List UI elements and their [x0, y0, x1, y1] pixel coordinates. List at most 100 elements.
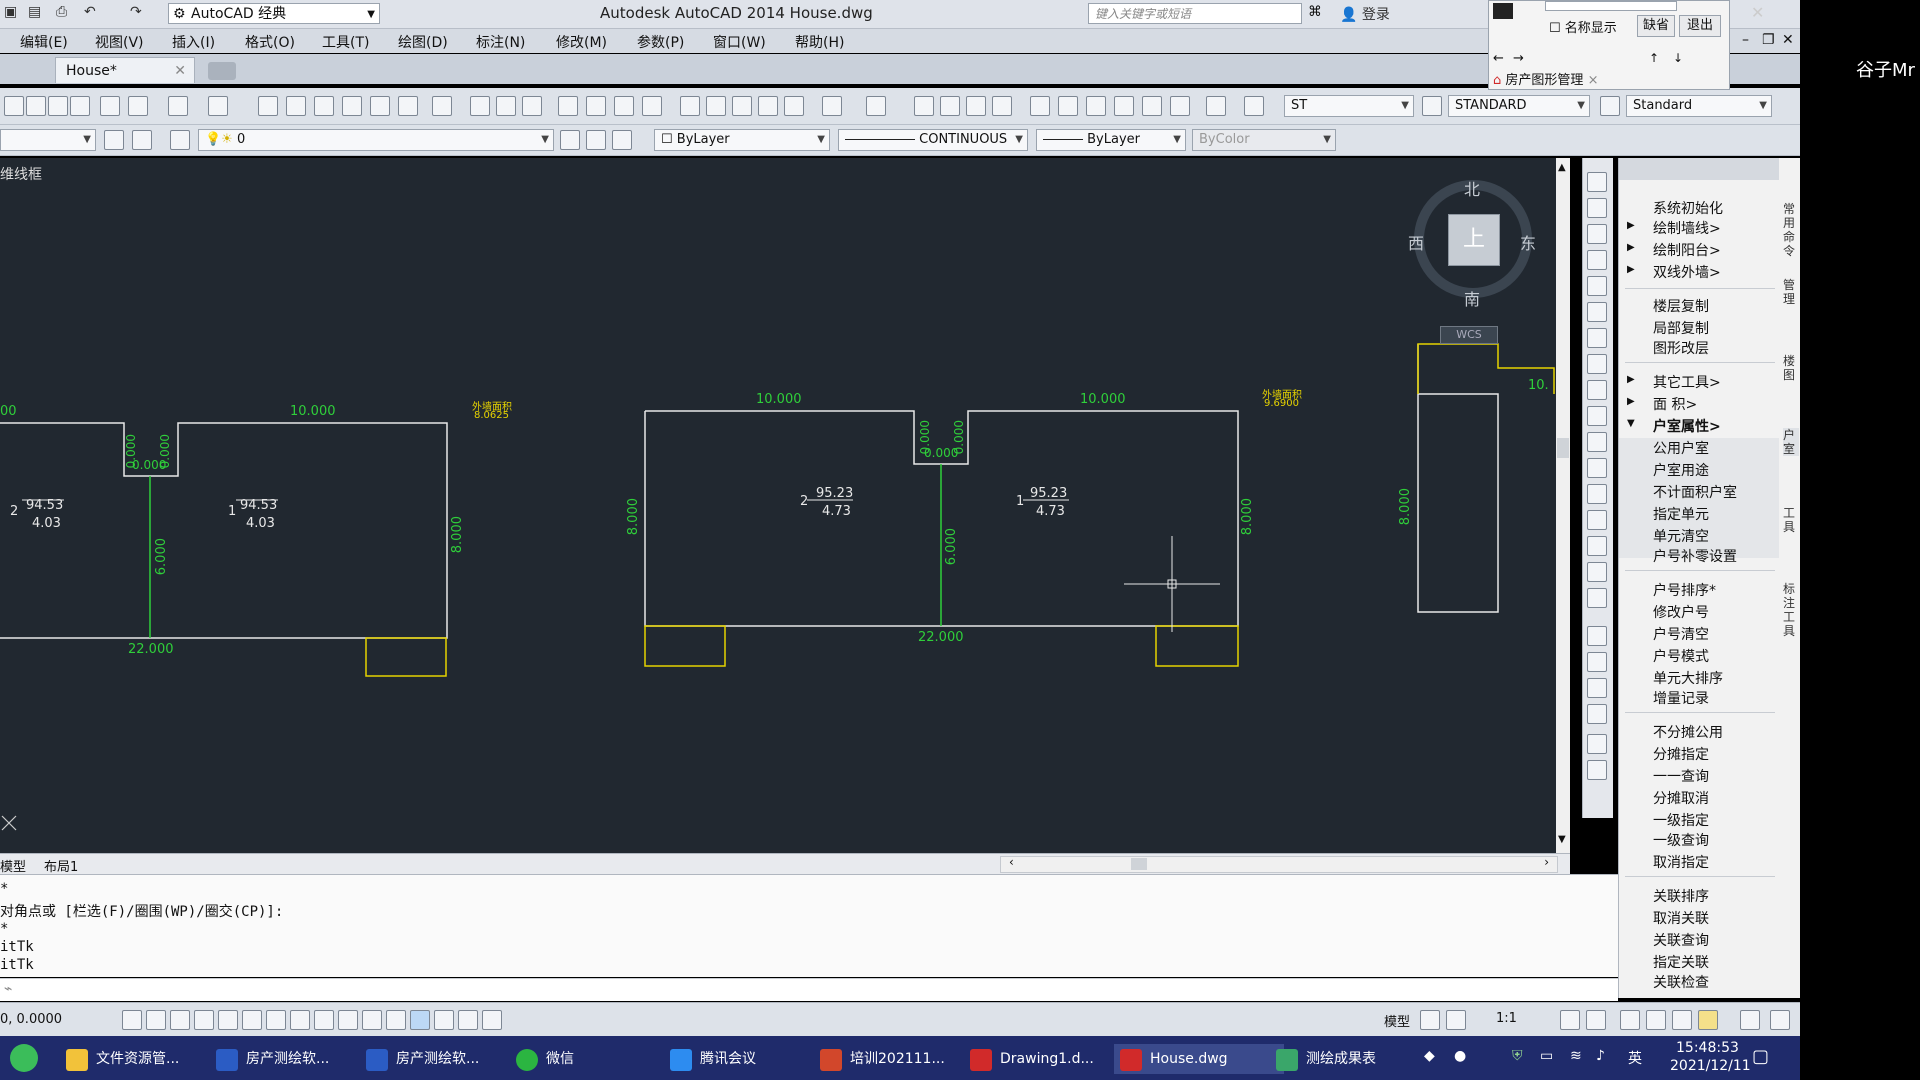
- panel-header[interactable]: [1619, 158, 1779, 180]
- move-icon[interactable]: [1587, 302, 1607, 322]
- panel-item[interactable]: 图形改层: [1653, 338, 1709, 358]
- panel-item[interactable]: 取消关联: [1653, 908, 1709, 928]
- arrow-down-icon[interactable]: ↓: [1673, 51, 1683, 65]
- panel-item[interactable]: 关联检查: [1653, 972, 1709, 992]
- arrow-up-icon[interactable]: ↑: [1649, 51, 1659, 65]
- wcs-menu[interactable]: WCS: [1440, 326, 1498, 344]
- layer-manager-icon[interactable]: [170, 130, 190, 150]
- menu-draw[interactable]: 绘图(D): [398, 32, 448, 52]
- open-icon[interactable]: [496, 96, 516, 116]
- redo-icon[interactable]: ↷: [130, 4, 142, 20]
- restore-icon[interactable]: ❐: [1762, 32, 1775, 48]
- undo-icon[interactable]: [168, 96, 188, 116]
- table-style-select[interactable]: Standard ▼: [1626, 95, 1772, 117]
- text-front-icon[interactable]: [1587, 734, 1607, 754]
- array-icon[interactable]: [1587, 276, 1607, 296]
- dim-style-icon[interactable]: [1422, 96, 1442, 116]
- offset-icon[interactable]: [1587, 250, 1607, 270]
- panel-item[interactable]: 关联排序: [1653, 886, 1709, 906]
- mirror-icon[interactable]: [1587, 224, 1607, 244]
- panel-item[interactable]: 增量记录: [1653, 688, 1709, 708]
- viewcube-north[interactable]: 北: [1464, 176, 1480, 200]
- open-icon[interactable]: [26, 96, 46, 116]
- polar-icon[interactable]: [218, 1010, 238, 1030]
- lock-icon[interactable]: [1646, 1010, 1666, 1030]
- zoom-window-icon[interactable]: [966, 96, 986, 116]
- hardware-icon[interactable]: [1672, 1010, 1692, 1030]
- tab-layout1[interactable]: 布局1: [44, 856, 78, 875]
- lineweight-icon[interactable]: [362, 1010, 382, 1030]
- task-explorer[interactable]: 文件资源管...: [60, 1044, 228, 1074]
- close-icon[interactable]: ✕: [1782, 32, 1794, 48]
- arrow-left-icon[interactable]: ←: [1493, 51, 1504, 66]
- building-left[interactable]: [0, 422, 448, 639]
- scroll-thumb[interactable]: [1131, 858, 1147, 870]
- erase-icon[interactable]: [1587, 172, 1607, 192]
- redo-icon[interactable]: [208, 96, 228, 116]
- menu-help[interactable]: 帮助(H): [795, 32, 844, 52]
- explode-icon[interactable]: [1587, 588, 1607, 608]
- panel-item[interactable]: 单元大排序: [1653, 668, 1723, 688]
- side-tab-tools[interactable]: 工具: [1783, 506, 1799, 534]
- ime-indicator[interactable]: 英: [1628, 1048, 1642, 1068]
- scroll-up-icon[interactable]: ▲: [1558, 162, 1566, 173]
- annotation-visibility-icon[interactable]: [1560, 1010, 1580, 1030]
- workspace-icon[interactable]: [1620, 1010, 1640, 1030]
- start-icon[interactable]: [10, 1044, 38, 1072]
- close-icon[interactable]: ×: [1588, 73, 1599, 88]
- panel-item[interactable]: 楼层复制: [1653, 296, 1709, 316]
- autoscale-icon[interactable]: [1586, 1010, 1606, 1030]
- add-icon[interactable]: [482, 1010, 502, 1030]
- model-toggle[interactable]: 模型: [1384, 1011, 1410, 1030]
- balcony-mid-left[interactable]: [644, 625, 726, 667]
- panel-item[interactable]: 不计面积户室: [1653, 482, 1737, 502]
- new-tab-button[interactable]: [208, 62, 236, 80]
- print-icon[interactable]: ⎙: [56, 4, 67, 20]
- workspace-select[interactable]: ⚙ AutoCAD 经典 ▼: [168, 3, 380, 24]
- cut-icon[interactable]: [680, 96, 700, 116]
- clean-screen-icon[interactable]: [1740, 1010, 1760, 1030]
- zoom-realtime-icon[interactable]: [940, 96, 960, 116]
- table-style-icon[interactable]: [1600, 96, 1620, 116]
- lineweight-select[interactable]: ByLayer ▼: [1036, 129, 1186, 151]
- panel-item[interactable]: 局部复制: [1653, 318, 1709, 338]
- drawing-canvas[interactable]: 维线框 00 10.000 0.000 0.000 0.000 6.000 8.…: [0, 158, 1568, 854]
- close-icon[interactable]: ✕: [1751, 3, 1764, 22]
- panel-item[interactable]: 修改户号: [1653, 602, 1709, 622]
- paste-icon[interactable]: [732, 96, 752, 116]
- viewcube-south[interactable]: 南: [1464, 286, 1480, 310]
- save-icon[interactable]: ▣: [4, 4, 17, 20]
- scroll-left-icon[interactable]: ‹: [1009, 855, 1014, 869]
- show-name-checkbox[interactable]: ☐ 名称显示: [1549, 17, 1617, 36]
- balcony-mid-right[interactable]: [1155, 625, 1239, 667]
- layer-previous-icon[interactable]: [586, 130, 606, 150]
- calculator-icon[interactable]: [398, 96, 418, 116]
- scroll-right-icon[interactable]: ›: [1544, 855, 1549, 869]
- wifi-icon[interactable]: ≋: [1570, 1048, 1582, 1064]
- save-icon[interactable]: [522, 96, 542, 116]
- panel-item[interactable]: 指定关联: [1653, 952, 1709, 972]
- layer-select[interactable]: 💡☀ 0 ▼: [198, 129, 554, 151]
- undo-icon[interactable]: [822, 96, 842, 116]
- panel-item[interactable]: 一一查询: [1653, 766, 1709, 786]
- copy-icon[interactable]: [1587, 198, 1607, 218]
- tab-model[interactable]: 模型: [0, 856, 26, 875]
- ortho-icon[interactable]: [194, 1010, 214, 1030]
- scroll-thumb[interactable]: [1557, 438, 1569, 458]
- scroll-down-icon[interactable]: ▼: [1558, 834, 1566, 845]
- preview-icon[interactable]: [100, 96, 120, 116]
- color-select[interactable]: ☐ ByLayer ▼: [654, 129, 830, 151]
- designcenter-icon[interactable]: [1058, 96, 1078, 116]
- building-right[interactable]: [1417, 344, 1499, 613]
- print-preview-icon[interactable]: [586, 96, 606, 116]
- tray-meeting-icon[interactable]: ◆: [1424, 1048, 1435, 1064]
- battery-icon[interactable]: ▭: [1540, 1048, 1553, 1064]
- menu-parametric[interactable]: 参数(P): [637, 32, 684, 52]
- draworder-back-icon[interactable]: [1587, 652, 1607, 672]
- panel-item[interactable]: 户号清空: [1653, 624, 1709, 644]
- coordinates-readout[interactable]: 0, 0.0000: [0, 1012, 62, 1027]
- osnap-icon[interactable]: [242, 1010, 262, 1030]
- menu-view[interactable]: 视图(V): [95, 32, 144, 52]
- binoculars-icon[interactable]: ⌘: [1308, 4, 1322, 20]
- horizontal-scrollbar[interactable]: ‹ ›: [1000, 855, 1558, 873]
